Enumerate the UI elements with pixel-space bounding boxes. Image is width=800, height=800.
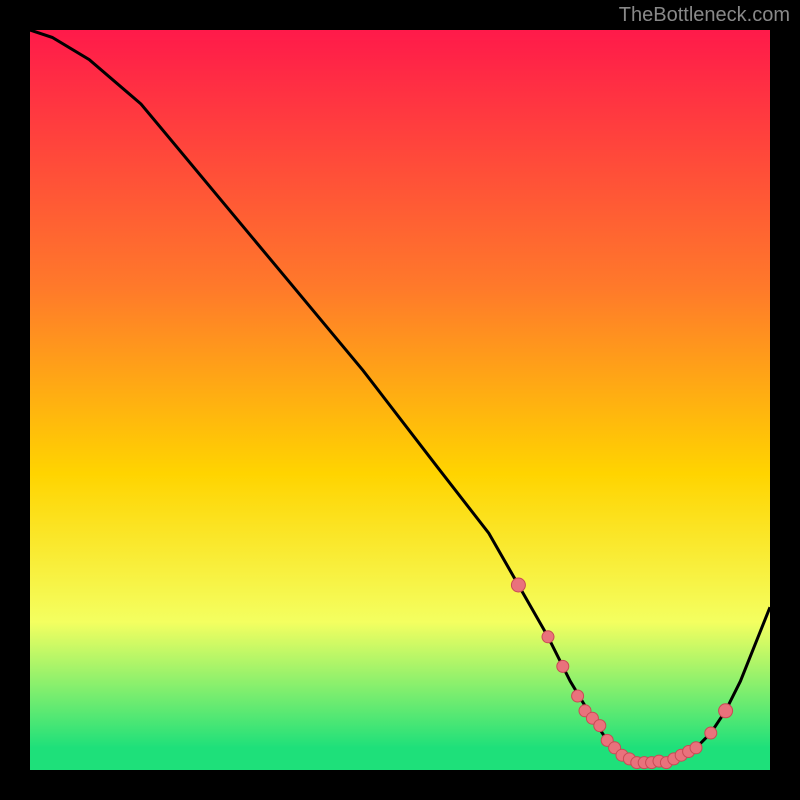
- watermark-text: TheBottleneck.com: [619, 4, 790, 27]
- valley-marker: [572, 690, 584, 702]
- stage: TheBottleneck.com: [0, 0, 800, 800]
- plot-area: [30, 30, 770, 770]
- chart-svg: [30, 30, 770, 770]
- gradient-rect: [30, 30, 770, 770]
- valley-marker: [557, 660, 569, 672]
- valley-marker: [690, 742, 702, 754]
- valley-marker: [511, 578, 525, 592]
- valley-marker: [705, 727, 717, 739]
- valley-marker: [594, 720, 606, 732]
- valley-marker: [719, 704, 733, 718]
- valley-marker: [542, 631, 554, 643]
